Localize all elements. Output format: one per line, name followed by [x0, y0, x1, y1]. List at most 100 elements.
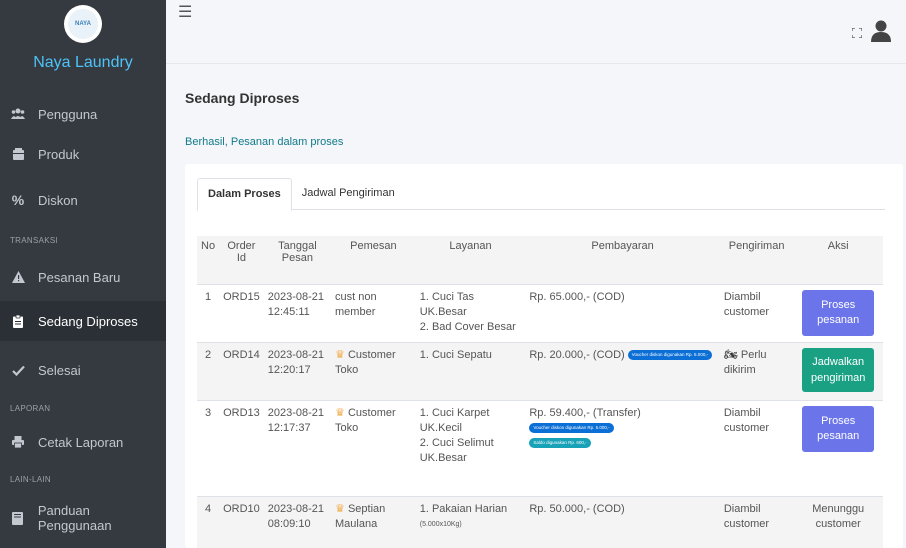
- col-header-tanggal: Tanggal Pesan: [263, 236, 332, 284]
- hamburger-icon[interactable]: ☰: [178, 2, 192, 22]
- cell-pembayaran: Rp. 50.000,- (COD): [525, 495, 720, 548]
- tab-bar: Dalam Proses Jadwal Pengiriman: [197, 178, 885, 211]
- sidebar-item-label: Diskon: [38, 192, 78, 208]
- col-header-pemesan: Pemesan: [331, 236, 416, 284]
- cell-tanggal: 2023-08-21 12:45:11: [263, 283, 332, 342]
- crown-icon: ♛: [335, 406, 345, 419]
- sidebar-item-panduan[interactable]: Panduan Penggunaan: [0, 498, 166, 538]
- cell-layanan: 1. Cuci Sepatu: [415, 341, 526, 400]
- cell-tanggal: 2023-08-21 08:09:10: [263, 495, 332, 548]
- col-header-order-id: Order Id: [219, 236, 264, 284]
- cell-order-id: ORD13: [219, 399, 264, 496]
- tab-dalam-proses[interactable]: Dalam Proses: [197, 178, 292, 211]
- check-icon: [10, 365, 26, 376]
- pemesan-name: Customer Toko: [335, 348, 396, 376]
- sidebar-item-pesanan-baru[interactable]: Pesanan Baru: [0, 257, 166, 297]
- brand-logo[interactable]: NAYA: [64, 5, 102, 43]
- expand-icon[interactable]: [851, 27, 863, 39]
- col-header-aksi: Aksi: [793, 236, 883, 284]
- date: 2023-08-21: [267, 502, 325, 515]
- col-header-layanan: Layanan: [415, 236, 526, 284]
- layanan-detail: (5.000x10Kg): [419, 520, 462, 528]
- nav-header-laporan: LAPORAN: [10, 404, 51, 413]
- cell-pengiriman: Diambil customer: [719, 283, 794, 342]
- sidebar-item-pengguna[interactable]: Pengguna: [0, 94, 166, 134]
- cell-no: 3: [197, 399, 220, 496]
- sidebar-item-label: Pengguna: [38, 106, 98, 122]
- jadwalkan-pengiriman-button[interactable]: Jadwalkan pengiriman: [802, 347, 875, 392]
- logo-wrap: NAYA: [0, 0, 166, 44]
- cell-pemesan: ♛ Customer Toko: [331, 399, 416, 496]
- users-icon: [10, 108, 26, 120]
- cell-layanan: 1. Cuci Tas UK.Besar 2. Bad Cover Besar: [415, 283, 526, 342]
- pembayaran-text: Rp. 20.000,- (COD): [529, 348, 625, 361]
- cell-aksi: Proses pesanan: [793, 283, 883, 342]
- page-title: Sedang Diproses: [185, 90, 300, 106]
- nav-header-transaksi: TRANSAKSI: [10, 236, 59, 245]
- pemesan-name: Customer Toko: [335, 406, 396, 434]
- cell-pembayaran: Rp. 20.000,- (COD) Voucher diskon diguna…: [525, 341, 720, 400]
- cell-order-id: ORD10: [219, 495, 264, 548]
- topbar: ☰: [166, 0, 906, 64]
- crown-icon: ♛: [335, 502, 345, 515]
- table-row: 3 ORD13 2023-08-21 12:17:37 ♛ Customer To…: [197, 399, 883, 496]
- sidebar: NAYA Naya Laundry Pengguna Produk % Disk…: [0, 0, 166, 548]
- brand-name[interactable]: Naya Laundry: [0, 54, 166, 80]
- layanan-item: 1. Cuci Sepatu: [419, 348, 492, 361]
- tab-jadwal-pengiriman[interactable]: Jadwal Pengiriman: [292, 178, 405, 210]
- cell-no: 4: [197, 495, 220, 548]
- time: 12:45:11: [267, 305, 310, 318]
- cell-layanan: 1. Cuci Karpet UK.Kecil 2. Cuci Selimut U…: [415, 399, 526, 496]
- col-header-no: No: [197, 236, 220, 284]
- sidebar-item-sedang-diproses[interactable]: Sedang Diproses: [0, 301, 166, 341]
- col-header-pengiriman: Pengiriman: [719, 236, 794, 284]
- sidebar-item-diskon[interactable]: % Diskon: [0, 180, 166, 220]
- proses-pesanan-button[interactable]: Proses pesanan: [802, 289, 875, 336]
- layanan-item: 1. Pakaian Harian: [419, 502, 508, 515]
- layanan-item: 1. Cuci Tas UK.Besar: [419, 290, 474, 318]
- table-row: 1 ORD15 2023-08-21 12:45:11 cust non memb…: [197, 283, 883, 342]
- success-message: Berhasil, Pesanan dalam proses: [185, 136, 344, 148]
- sidebar-item-label: Cetak Laporan: [38, 434, 124, 450]
- cell-pembayaran: Rp. 65.000,- (COD): [525, 283, 720, 342]
- sidebar-item-label: Panduan Penggunaan: [37, 503, 112, 533]
- table-header-row: No Order Id Tanggal Pesan Pemesan Layana…: [197, 236, 883, 284]
- date: 2023-08-21: [267, 348, 325, 361]
- sidebar-item-selesai[interactable]: Selesai: [0, 350, 166, 390]
- cell-pengiriman: Diambil customer: [719, 399, 794, 496]
- date: 2023-08-21: [267, 290, 325, 303]
- book-icon: [10, 511, 26, 525]
- sidebar-item-label: Selesai: [38, 362, 81, 378]
- sidebar-item-label: Pesanan Baru: [38, 269, 121, 285]
- voucher-badge: Voucher diskon digunakan Rp. 5.000,-: [529, 422, 614, 433]
- sidebar-item-label: Sedang Diproses: [38, 313, 138, 329]
- cell-aksi: Jadwalkan pengiriman: [793, 341, 883, 400]
- cell-pemesan: ♛ Septian Maulana: [331, 495, 416, 548]
- table-row: 2 ORD14 2023-08-21 12:20:17 ♛ Customer To…: [197, 341, 883, 400]
- cell-aksi: Menunggu customer: [793, 495, 883, 548]
- cell-layanan: 1. Pakaian Harian (5.000x10Kg): [415, 495, 526, 548]
- proses-pesanan-button[interactable]: Proses pesanan: [802, 405, 875, 452]
- date: 2023-08-21: [267, 406, 325, 419]
- cell-tanggal: 2023-08-21 12:20:17: [263, 341, 332, 400]
- cell-pengiriman: 🏍 Perlu dikirim: [719, 341, 794, 400]
- layanan-item: 1. Cuci Karpet UK.Kecil: [419, 406, 490, 434]
- crown-icon: ♛: [335, 348, 345, 361]
- pembayaran-text: Rp. 59.400,- (Transfer): [529, 406, 641, 419]
- percent-icon: %: [11, 192, 25, 208]
- clipboard-icon: [10, 314, 26, 328]
- cell-pemesan: cust non member: [331, 283, 416, 342]
- cell-pengiriman: Diambil customer: [719, 495, 794, 548]
- saldo-badge: Saldo digunakan Rp. 600,-: [529, 437, 591, 448]
- sidebar-item-produk[interactable]: Produk: [0, 134, 166, 174]
- user-icon[interactable]: [870, 20, 892, 42]
- table-row: 4 ORD10 2023-08-21 08:09:10 ♛ Septian Mau…: [197, 495, 883, 548]
- cell-no: 2: [197, 341, 220, 400]
- sidebar-item-label: Produk: [38, 146, 80, 162]
- warning-icon: [10, 271, 26, 283]
- col-header-pembayaran: Pembayaran: [525, 236, 720, 284]
- motorcycle-icon: 🏍: [723, 348, 738, 361]
- time: 12:20:17: [267, 363, 311, 376]
- cell-no: 1: [197, 283, 220, 342]
- sidebar-item-cetak-laporan[interactable]: Cetak Laporan: [0, 422, 166, 462]
